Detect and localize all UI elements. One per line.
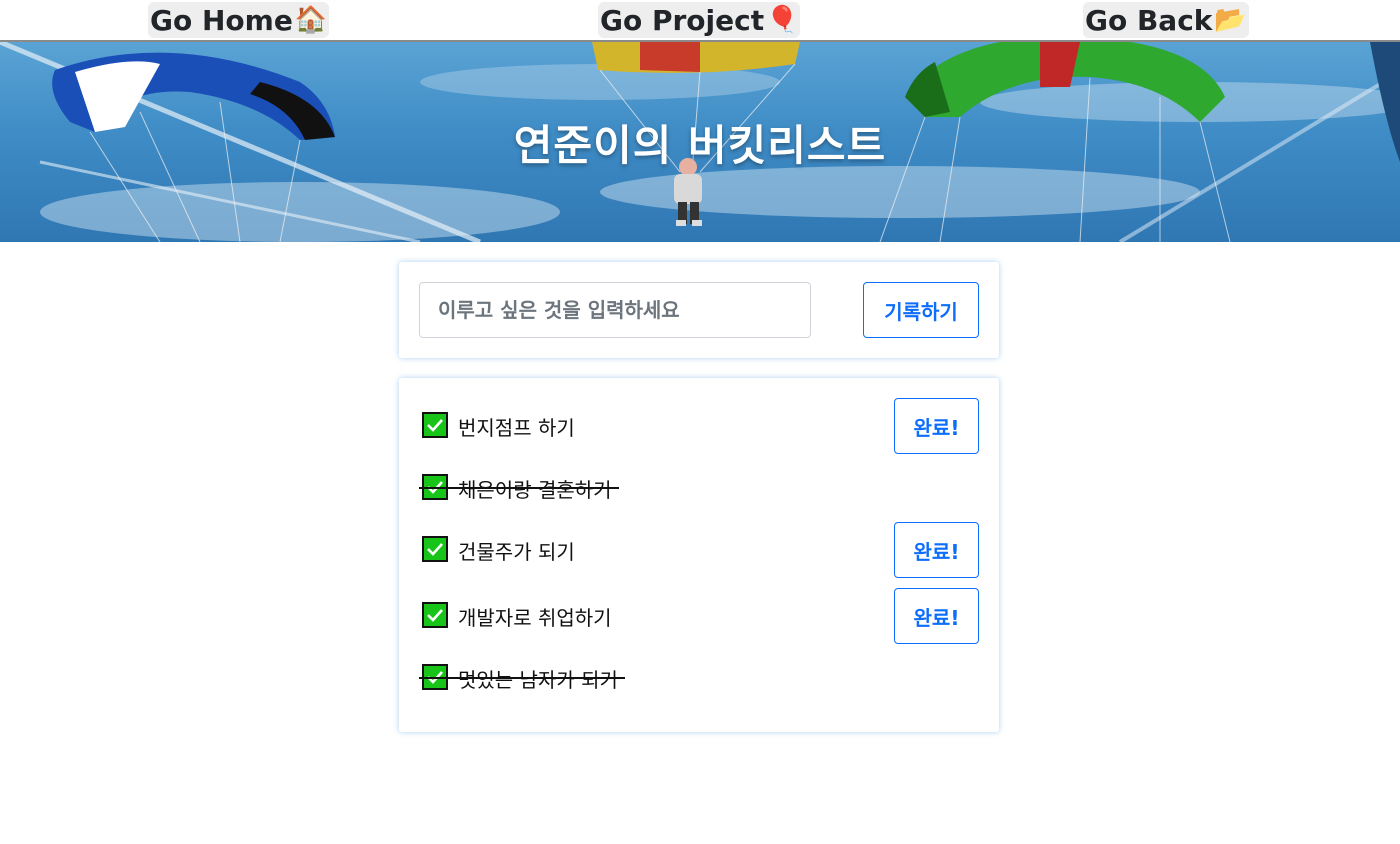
check-icon xyxy=(422,412,448,438)
strikethrough xyxy=(419,487,619,489)
go-project-label: Go Project xyxy=(600,3,765,37)
complete-button[interactable]: 완료! xyxy=(894,588,979,644)
list-item: 개발자로 취업하기 완료! xyxy=(419,588,979,644)
go-back-link[interactable]: Go Back 📂 xyxy=(1083,2,1249,38)
page-title: 연준이의 버킷리스트 xyxy=(513,121,887,170)
folder-icon: 📂 xyxy=(1214,5,1247,35)
list-item-label: 개발자로 취업하기 xyxy=(458,606,612,630)
go-project-link[interactable]: Go Project 🎈 xyxy=(598,2,801,38)
go-home-label: Go Home xyxy=(150,3,293,37)
complete-button[interactable]: 완료! xyxy=(894,398,979,454)
check-icon xyxy=(422,536,448,562)
go-home-link[interactable]: Go Home 🏠 xyxy=(148,2,330,38)
list-item: 건물주가 되기 완료! xyxy=(419,522,979,578)
strikethrough xyxy=(419,677,625,679)
house-icon: 🏠 xyxy=(294,5,328,35)
balloon-icon: 🎈 xyxy=(766,5,799,35)
bucket-list-card: 번지점프 하기 완료! 채은이랑 결혼하기 건물주가 되기 완료! 개발자로 취… xyxy=(399,378,999,732)
list-item: 멋있는 남자가 되기 xyxy=(419,654,979,698)
top-nav: Go Home 🏠 Go Project 🎈 Go Back 📂 xyxy=(0,0,1400,42)
list-item-label: 번지점프 하기 xyxy=(458,416,575,440)
list-item-label: 건물주가 되기 xyxy=(458,540,575,564)
input-card: 기록하기 xyxy=(399,262,999,358)
list-item: 채은이랑 결혼하기 xyxy=(419,464,979,508)
go-back-label: Go Back xyxy=(1085,3,1213,37)
banner: 연준이의 버킷리스트 xyxy=(0,42,1400,242)
list-item: 번지점프 하기 완료! xyxy=(419,398,979,454)
bucket-input[interactable] xyxy=(419,282,811,338)
check-icon xyxy=(422,602,448,628)
record-button[interactable]: 기록하기 xyxy=(863,282,979,338)
complete-button[interactable]: 완료! xyxy=(894,522,979,578)
